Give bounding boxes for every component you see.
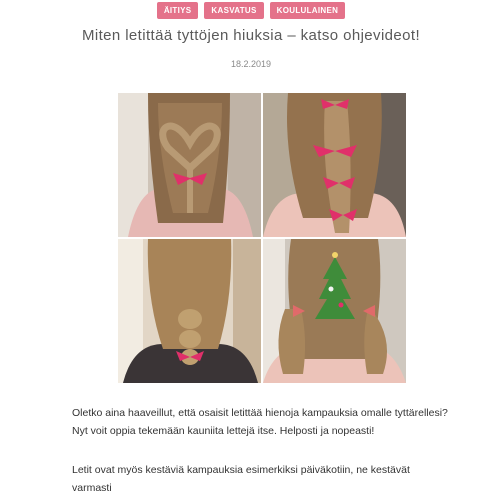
hairstyle-photo-collage [118, 93, 406, 383]
article-title: Miten letittää tyttöjen hiuksia – katso … [81, 27, 421, 44]
second-paragraph: Letit ovat myös kestäviä kampauksia esim… [72, 464, 410, 494]
christmas-tree-hairstyle-photo [263, 239, 406, 383]
intro-paragraph: Oletko aina haaveillut, että osaisit let… [72, 407, 448, 437]
tag-kasvatus[interactable]: KASVATUS [204, 2, 264, 19]
category-tags: ÄITIYS KASVATUS KOULULAINEN [0, 2, 502, 19]
tag-aitiys[interactable]: ÄITIYS [156, 2, 199, 19]
article-date: 18.2.2019 [230, 59, 272, 69]
ribbon-braid-photo [263, 93, 406, 237]
tag-koululainen[interactable]: KOULULAINEN [269, 2, 346, 19]
heart-braid-photo [118, 93, 261, 237]
bubble-braid-photo [118, 239, 261, 383]
